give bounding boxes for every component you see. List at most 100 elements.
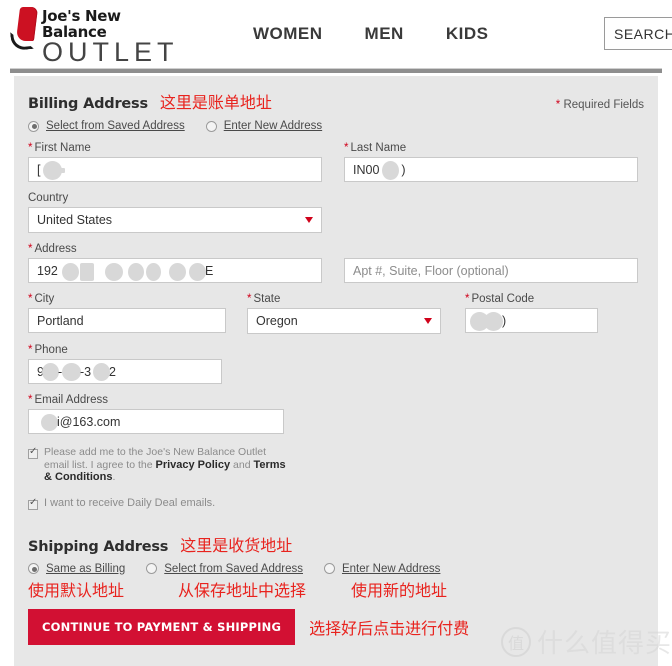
name-row: * First Name [ * Last Name IN00 ) — [28, 142, 644, 182]
continue-to-payment-button[interactable]: CONTINUE TO PAYMENT & SHIPPING — [28, 608, 296, 645]
redaction-blob — [128, 263, 144, 281]
required-asterisk: * — [555, 99, 561, 111]
address-label-text: Address — [34, 243, 77, 255]
redaction-blob — [93, 363, 110, 381]
redaction-blob — [189, 263, 206, 281]
email-value: i@163.com — [57, 414, 121, 429]
phone-input[interactable]: 9 - -3 2 — [28, 359, 222, 384]
first-name-label: * First Name — [28, 142, 322, 154]
billing-fields: * First Name [ * Last Name IN00 ) Countr… — [14, 142, 658, 434]
phone-value-c: -3 — [80, 364, 92, 379]
annotation-enter-new: 使用新的地址 — [351, 580, 448, 600]
city-label-text: City — [34, 293, 55, 305]
last-name-value-tail: ) — [401, 162, 406, 177]
nav-item-men[interactable]: MEN — [365, 24, 404, 44]
redaction-blob — [41, 414, 58, 431]
smzdm-watermark-text: 什么值得买 — [536, 629, 672, 659]
address-required-asterisk: * — [28, 243, 33, 255]
last-name-value: IN00 — [353, 162, 380, 177]
cta-annotation: 选择好后点击进行付费 — [309, 618, 470, 638]
state-required-asterisk: * — [247, 293, 252, 305]
logo-top-text: Joe's New Balance — [42, 6, 121, 41]
radio-shipping-select-saved[interactable] — [146, 563, 158, 574]
first-name-input[interactable]: [ — [28, 157, 322, 182]
billing-title: Billing Address — [28, 96, 148, 112]
radio-shipping-enter-new[interactable] — [323, 563, 335, 574]
consent-daily-text-b: emails. — [177, 496, 216, 509]
header-divider — [10, 68, 662, 73]
consent-row-newsletter: Please add me to the Joe's New Balance O… — [28, 446, 644, 484]
consent-newsletter-text-b: and — [230, 458, 254, 471]
radio-enter-new-address[interactable] — [205, 120, 217, 132]
radio-select-saved-address[interactable] — [28, 120, 39, 132]
label-select-saved-address[interactable]: Select from Saved Address — [46, 120, 185, 132]
redaction-blob — [105, 263, 123, 281]
label-shipping-select-saved[interactable]: Select from Saved Address — [164, 563, 303, 575]
email-label-text: Email Address — [34, 394, 108, 406]
country-label: Country — [28, 192, 69, 204]
main-navigation: WOMEN MEN KIDS — [253, 24, 488, 44]
label-same-as-billing[interactable]: Same as Billing — [46, 563, 125, 575]
radio-same-as-billing[interactable] — [28, 563, 39, 574]
postal-required-asterisk: * — [465, 293, 470, 305]
smzdm-watermark: 值 什么值得买 — [500, 623, 672, 660]
shipping-header: Shipping Address 这里是收货地址 — [14, 532, 658, 556]
city-label: * City — [28, 293, 226, 305]
address-row: * Address 192 E Apt #, Suite, Floor (opti… — [28, 243, 644, 283]
label-shipping-enter-new[interactable]: Enter New Address — [342, 563, 440, 575]
postal-value: ) — [502, 313, 507, 328]
site-header: Joe's New Balance OUTLET WOMEN MEN KIDS … — [0, 0, 672, 68]
consent-newsletter-text: Please add me to the Joe's New Balance O… — [44, 446, 289, 484]
daily-deal-link[interactable]: Daily Deal — [127, 497, 177, 509]
billing-address-options: Select from Saved Address Enter New Addr… — [14, 113, 658, 132]
apt-input[interactable]: Apt #, Suite, Floor (optional) — [344, 258, 638, 283]
site-logo[interactable]: Joe's New Balance OUTLET — [10, 3, 175, 66]
postal-input[interactable]: ) — [465, 308, 598, 333]
shipping-annotation: 这里是收货地址 — [180, 535, 293, 555]
address-input[interactable]: 192 E — [28, 258, 322, 283]
city-input[interactable]: Portland — [28, 308, 226, 333]
phone-required-asterisk: * — [28, 344, 33, 356]
checkbox-newsletter[interactable] — [28, 446, 38, 459]
consent-newsletter-text-c: . — [112, 471, 116, 483]
phone-group: * Phone 9 - -3 2 — [28, 344, 222, 384]
country-row: Country United States — [28, 192, 644, 233]
redaction-blob — [146, 263, 161, 281]
nav-item-women[interactable]: WOMEN — [253, 24, 323, 44]
consent-daily-text-a: I want to receive — [44, 496, 128, 509]
billing-header: Billing Address 这里是账单地址 * Required Field… — [14, 89, 658, 113]
country-group: Country United States — [28, 192, 322, 233]
redaction-blob — [60, 168, 65, 173]
nb-swoosh-icon — [10, 6, 44, 59]
phone-label-text: Phone — [34, 344, 68, 356]
state-label-text: State — [253, 293, 281, 305]
required-fields-label: Required Fields — [563, 99, 644, 111]
annotation-select-saved: 从保存地址中选择 — [178, 580, 307, 600]
city-state-postal-row: * City Portland * State Oregon * Postal Cod… — [28, 293, 644, 334]
email-required-asterisk: * — [28, 394, 33, 406]
last-name-input[interactable]: IN00 ) — [344, 157, 638, 182]
address-value: 192 — [37, 263, 58, 278]
search-input[interactable]: SEARCH — [604, 17, 672, 50]
first-name-group: * First Name [ — [28, 142, 322, 182]
city-group: * City Portland — [28, 293, 226, 334]
first-name-required-asterisk: * — [28, 142, 33, 154]
billing-annotation: 这里是账单地址 — [159, 93, 272, 112]
last-name-group: * Last Name IN00 ) — [344, 142, 638, 182]
address-value-tail: E — [205, 263, 214, 278]
state-select[interactable]: Oregon — [247, 308, 441, 334]
shipping-annotations-row: 使用默认地址 从保存地址中选择 使用新的地址 — [14, 577, 658, 601]
redaction-blob — [484, 312, 503, 331]
postal-label-text: Postal Code — [471, 293, 535, 305]
country-select[interactable]: United States — [28, 207, 322, 233]
label-enter-new-address[interactable]: Enter New Address — [224, 120, 322, 132]
checkbox-daily-deal[interactable] — [28, 497, 38, 510]
state-value: Oregon — [256, 314, 298, 328]
last-name-label: * Last Name — [344, 142, 638, 154]
nav-item-kids[interactable]: KIDS — [446, 24, 489, 44]
privacy-policy-link[interactable]: Privacy Policy — [155, 459, 230, 471]
phone-row: * Phone 9 - -3 2 — [28, 344, 644, 384]
email-input[interactable]: i@163.com — [28, 409, 284, 434]
required-fields-note: * Required Fields — [556, 99, 644, 111]
phone-label: * Phone — [28, 344, 222, 356]
